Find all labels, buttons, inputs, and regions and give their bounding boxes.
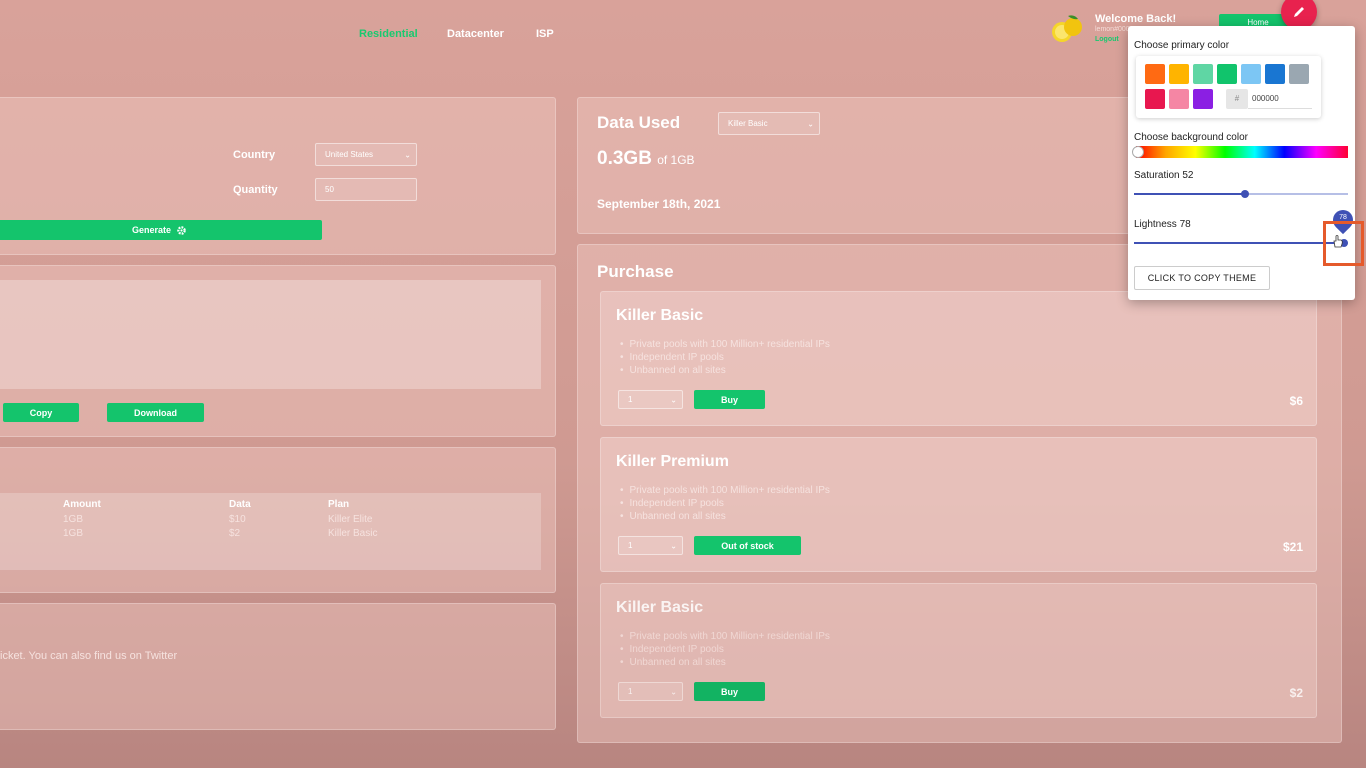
hand-cursor-icon <box>1333 235 1343 248</box>
gear-icon <box>177 225 186 235</box>
feature-item: Unbanned on all sites <box>620 510 830 523</box>
chevron-down-icon: ⌄ <box>670 687 677 696</box>
nav-residential[interactable]: Residential <box>359 28 418 40</box>
feature-item: Unbanned on all sites <box>620 364 830 377</box>
quantity-label: Quantity <box>233 184 278 196</box>
saturation-label: Saturation 52 <box>1134 170 1194 181</box>
col-plan-header: Plan <box>328 499 350 510</box>
col-data-header: Data <box>229 499 251 510</box>
swatch-mint[interactable] <box>1193 64 1213 84</box>
swatch-light-blue[interactable] <box>1241 64 1261 84</box>
chevron-down-icon: ⌄ <box>670 541 677 550</box>
background-color-label: Choose background color <box>1134 132 1248 143</box>
plan-select[interactable]: Killer Basic ⌄ <box>718 112 820 135</box>
out-of-stock-button[interactable]: Out of stock <box>694 536 801 555</box>
primary-color-picker: # 000000 <box>1136 56 1321 118</box>
copy-theme-button[interactable]: CLICK TO COPY THEME <box>1134 266 1270 290</box>
swatch-pink[interactable] <box>1169 89 1189 109</box>
table-row-1-data: $10 <box>229 514 246 525</box>
quantity-input[interactable]: 50 <box>315 178 417 201</box>
purchase-title: Purchase <box>597 262 674 281</box>
logout-link[interactable]: Logout <box>1095 36 1119 43</box>
plan-qty-value: 1 <box>628 541 633 550</box>
hex-color-input[interactable]: 000000 <box>1248 89 1312 109</box>
generate-label: Generate <box>131 225 172 235</box>
swatch-amber[interactable] <box>1169 64 1189 84</box>
feature-item: Private pools with 100 Million+ resident… <box>620 338 830 351</box>
nav-datacenter[interactable]: Datacenter <box>447 28 504 40</box>
plan-card-features: Private pools with 100 Million+ resident… <box>620 630 830 669</box>
country-value: United States <box>325 150 374 159</box>
plan-qty-select[interactable]: 1 ⌄ <box>618 682 683 701</box>
support-text: icket. You can also find us on Twitter <box>0 650 178 662</box>
country-select[interactable]: United States ⌄ <box>315 143 417 166</box>
swatch-orange[interactable] <box>1145 64 1165 84</box>
swatch-red[interactable] <box>1145 89 1165 109</box>
chevron-down-icon: ⌄ <box>404 150 411 159</box>
plan-qty-select[interactable]: 1 ⌄ <box>618 536 683 555</box>
table-row-1-amount: 1GB <box>63 514 84 525</box>
data-used-date: September 18th, 2021 <box>597 197 721 211</box>
plan-price: $21 <box>1282 540 1303 554</box>
saturation-fill <box>1134 193 1245 195</box>
data-used-title: Data Used <box>597 113 681 132</box>
feature-item: Private pools with 100 Million+ resident… <box>620 484 830 497</box>
proxy-output-textarea[interactable] <box>0 280 541 389</box>
download-button[interactable]: Download <box>107 403 204 422</box>
plan-card-features: Private pools with 100 Million+ resident… <box>620 484 830 523</box>
swatch-green[interactable] <box>1217 64 1237 84</box>
plan-card-title: Killer Basic <box>616 599 704 616</box>
col-amount-header: Amount <box>63 499 101 510</box>
lightness-tooltip-text: 78 <box>1339 214 1347 221</box>
feature-item: Independent IP pools <box>620 497 830 510</box>
chevron-down-icon: ⌄ <box>807 119 814 128</box>
primary-color-label: Choose primary color <box>1134 40 1230 51</box>
buy-button[interactable]: Buy <box>694 390 765 409</box>
lemon-avatar <box>1052 15 1082 42</box>
welcome-text: Welcome Back! <box>1095 13 1177 25</box>
plan-qty-value: 1 <box>628 395 633 404</box>
plan-select-value: Killer Basic <box>728 119 768 128</box>
table-row-2-amount: 1GB <box>63 528 84 539</box>
swatch-purple[interactable] <box>1193 89 1213 109</box>
quantity-value: 50 <box>325 185 334 194</box>
plan-card-title: Killer Basic <box>616 307 704 324</box>
theme-popover: Choose primary color # 000000 Choose bac… <box>1128 26 1355 300</box>
feature-item: Private pools with 100 Million+ resident… <box>620 630 830 643</box>
plan-price: $6 <box>1289 394 1303 408</box>
plan-qty-select[interactable]: 1 ⌄ <box>618 390 683 409</box>
saturation-slider-handle[interactable] <box>1241 190 1249 198</box>
feature-item: Unbanned on all sites <box>620 656 830 669</box>
data-used-amount: 0.3GB of 1GB <box>597 148 695 170</box>
lightness-fill <box>1134 242 1340 244</box>
hue-slider-handle[interactable] <box>1132 146 1144 158</box>
feature-item: Independent IP pools <box>620 351 830 364</box>
chevron-down-icon: ⌄ <box>670 395 677 404</box>
swatch-blue[interactable] <box>1265 64 1285 84</box>
swatch-gray[interactable] <box>1289 64 1309 84</box>
plan-card-title: Killer Premium <box>616 453 729 470</box>
support-panel <box>0 603 556 730</box>
nav-isp[interactable]: ISP <box>536 28 554 40</box>
table-row-2-plan: Killer Basic <box>328 528 378 539</box>
copy-button[interactable]: Copy <box>3 403 79 422</box>
plan-qty-value: 1 <box>628 687 633 696</box>
feature-item: Independent IP pools <box>620 643 830 656</box>
plan-price: $2 <box>1289 686 1303 700</box>
hue-slider[interactable] <box>1136 146 1348 158</box>
plan-card-features: Private pools with 100 Million+ resident… <box>620 338 830 377</box>
country-label: Country <box>233 149 276 161</box>
data-used-of: of 1GB <box>657 153 695 167</box>
table-row-2-data: $2 <box>229 528 241 539</box>
data-used-value: 0.3GB <box>597 148 652 169</box>
hash-icon: # <box>1226 89 1248 109</box>
table-row-1-plan: Killer Elite <box>328 514 373 525</box>
lightness-label: Lightness 78 <box>1134 219 1191 230</box>
generate-button[interactable]: Generate <box>0 220 322 240</box>
pencil-icon <box>1294 7 1304 17</box>
buy-button[interactable]: Buy <box>694 682 765 701</box>
